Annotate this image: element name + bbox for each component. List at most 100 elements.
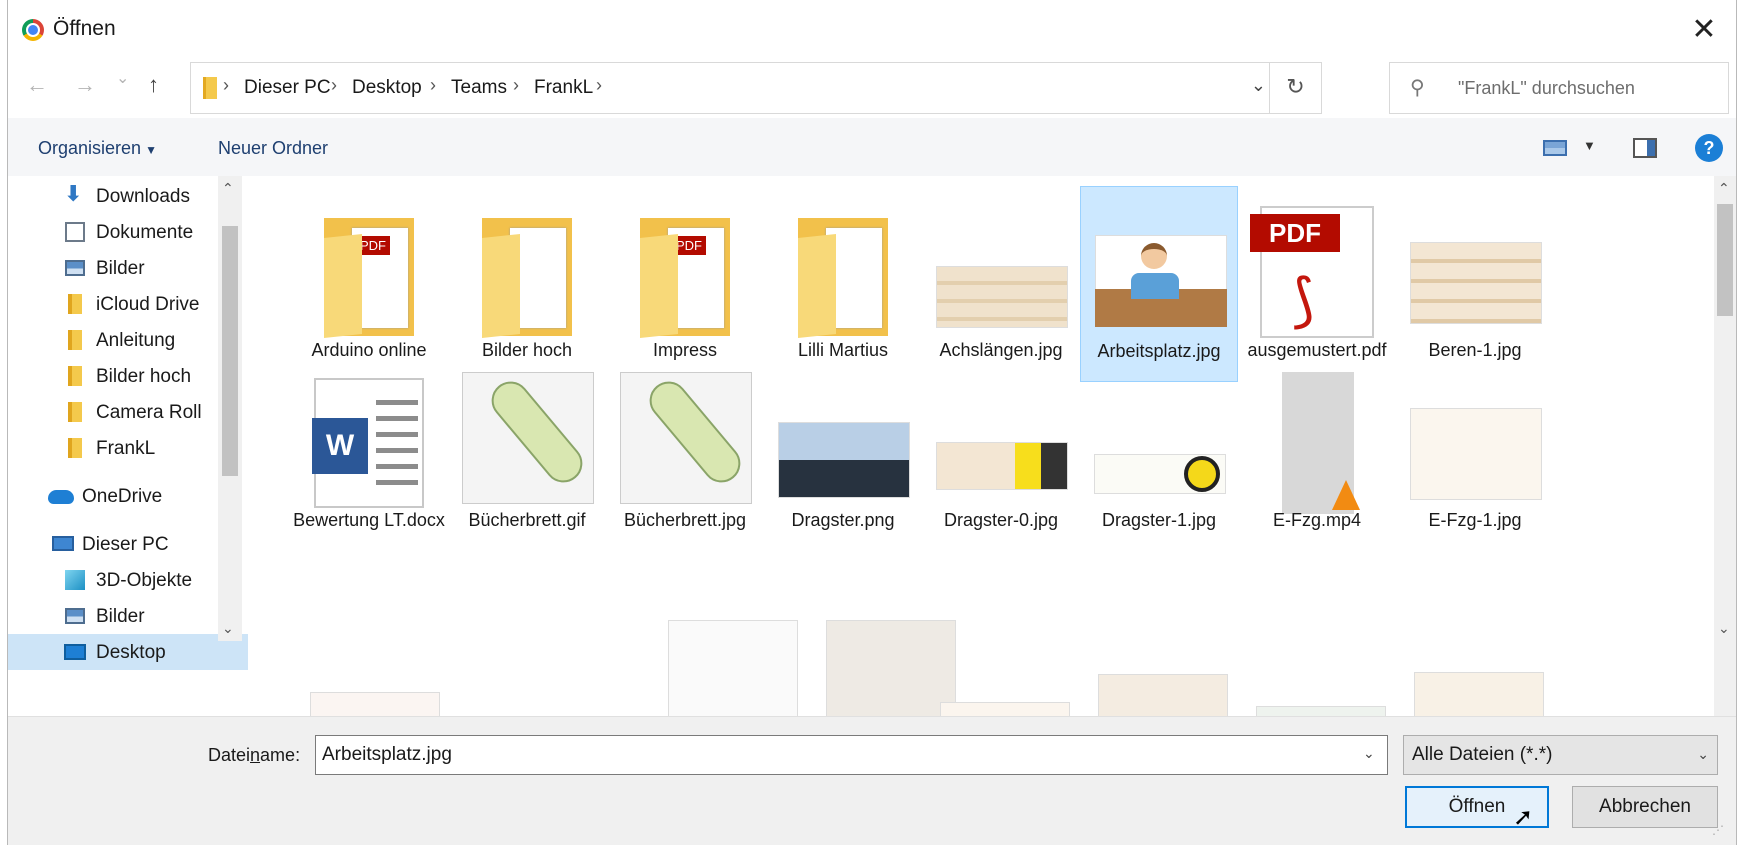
content-scrollbar[interactable]: ⌃ ⌄ <box>1714 176 1736 716</box>
file-name: Dragster.png <box>791 510 895 530</box>
image-thumbnail[interactable] <box>1256 706 1386 716</box>
folder-thumbnail <box>462 202 592 338</box>
sidebar-item-label: Desktop <box>96 642 166 663</box>
folder-icon <box>68 366 82 386</box>
word-thumbnail: W <box>304 372 434 508</box>
file-item[interactable]: E-Fzg-1.jpg <box>1396 356 1554 552</box>
file-item[interactable]: PDF ⟆ ausgemustert.pdf <box>1238 186 1396 382</box>
image-thumbnail[interactable] <box>668 620 798 716</box>
cancel-button[interactable]: Abbrechen <box>1572 786 1718 828</box>
caret-down-icon: ▼ <box>145 143 157 157</box>
recent-locations-icon[interactable]: ⌄ <box>116 68 129 88</box>
new-folder-button[interactable]: Neuer Ordner <box>218 138 328 159</box>
sidebar-item-icloud-drive[interactable]: iCloud Drive 📌 <box>8 286 248 322</box>
scroll-up-icon[interactable]: ⌃ <box>1718 180 1730 197</box>
image-thumbnail[interactable] <box>310 692 440 716</box>
pdf-thumbnail: PDF ⟆ <box>1250 202 1382 338</box>
address-row: ← → ⌄ ↑ › Dieser PC › Desktop › Teams › … <box>8 58 1736 118</box>
sidebar-item-bilder-pc[interactable]: Bilder <box>8 598 248 634</box>
change-view-icon[interactable] <box>1543 140 1567 156</box>
window-title: Öffnen <box>53 17 116 40</box>
scroll-down-icon[interactable]: ⌄ <box>222 620 234 637</box>
filename-history-dropdown-icon[interactable]: ⌄ <box>1363 745 1375 762</box>
scrollbar-thumb[interactable] <box>222 226 238 476</box>
sidebar-item-onedrive[interactable]: OneDrive <box>8 478 248 514</box>
file-item[interactable]: Impress <box>606 186 764 382</box>
file-item[interactable]: Bücherbrett.gif <box>448 356 606 552</box>
file-type-select[interactable]: Alle Dateien (*.*) ⌄ <box>1403 735 1718 775</box>
refresh-icon[interactable]: ↻ <box>1269 63 1321 113</box>
sidebar-item-3d-objekte[interactable]: 3D-Objekte <box>8 562 248 598</box>
sidebar-item-downloads[interactable]: ⬇ Downloads 📌 <box>8 178 248 214</box>
sidebar-scrollbar[interactable]: ⌃ ⌄ <box>218 176 242 641</box>
pdf-icon: PDF <box>1250 214 1340 252</box>
file-item[interactable]: Beren-1.jpg <box>1396 186 1554 382</box>
breadcrumb-separator[interactable]: › <box>513 75 519 96</box>
sidebar-item-bilder-hoch[interactable]: Bilder hoch <box>8 358 248 394</box>
scroll-up-icon[interactable]: ⌃ <box>222 180 234 197</box>
breadcrumb-dieser-pc[interactable]: Dieser PC <box>244 77 331 99</box>
pc-icon <box>52 536 74 551</box>
breadcrumb-separator[interactable]: › <box>223 75 229 96</box>
sidebar-item-label: Dokumente <box>96 222 194 243</box>
file-item[interactable]: Dragster-0.jpg <box>922 356 1080 552</box>
image-thumbnail <box>936 372 1068 504</box>
file-item[interactable]: Achslängen.jpg <box>922 186 1080 382</box>
vlc-icon <box>1332 480 1360 510</box>
breadcrumb-separator[interactable]: › <box>331 75 337 96</box>
help-icon[interactable]: ? <box>1695 134 1723 162</box>
scrollbar-thumb[interactable] <box>1717 204 1733 316</box>
address-bar[interactable]: › Dieser PC › Desktop › Teams › FrankL ›… <box>190 62 1322 114</box>
breadcrumb-teams[interactable]: Teams <box>451 77 507 99</box>
scroll-down-icon[interactable]: ⌄ <box>1718 620 1730 637</box>
address-dropdown-icon[interactable]: ⌄ <box>1251 75 1266 96</box>
documents-icon <box>65 222 85 242</box>
folder-thumbnail <box>304 202 434 338</box>
file-item[interactable]: Dragster.png <box>764 356 922 552</box>
image-thumbnail[interactable] <box>1098 674 1228 716</box>
image-thumbnail <box>936 202 1068 334</box>
resize-grip-icon[interactable]: ⋰ <box>1712 823 1724 837</box>
sidebar-item-bilder[interactable]: Bilder 📌 <box>8 250 248 286</box>
sidebar-item-label: Downloads <box>96 186 190 207</box>
file-item[interactable]: Arduino online <box>290 186 448 382</box>
image-thumbnail[interactable] <box>940 702 1070 716</box>
file-item[interactable]: Arbeitsplatz.jpg <box>1080 186 1238 382</box>
file-item[interactable]: Lilli Martius <box>764 186 922 382</box>
filename-input[interactable]: Arbeitsplatz.jpg <box>315 735 1388 775</box>
sidebar-item-desktop[interactable]: Desktop <box>8 634 248 670</box>
breadcrumb-separator[interactable]: › <box>596 75 602 96</box>
search-placeholder[interactable]: "FrankL" durchsuchen <box>1458 78 1635 99</box>
file-item[interactable]: Dragster-1.jpg <box>1080 356 1238 552</box>
folder-icon <box>68 402 82 422</box>
file-name: Bücherbrett.jpg <box>623 510 747 530</box>
file-item[interactable]: W Bewertung LT.docx <box>290 356 448 552</box>
image-thumbnail[interactable] <box>1414 672 1544 716</box>
sidebar-item-label: Bilder <box>96 258 145 279</box>
file-name: E-Fzg-1.jpg <box>1428 510 1522 530</box>
file-item[interactable]: E-Fzg.mp4 <box>1238 356 1396 552</box>
sidebar-item-camera-roll[interactable]: Camera Roll <box>8 394 248 430</box>
preview-pane-icon[interactable] <box>1633 138 1657 158</box>
image-thumbnail[interactable] <box>826 620 956 716</box>
organize-button[interactable]: Organisieren ▼ <box>38 138 157 159</box>
folder-thumbnail <box>620 202 750 338</box>
search-box[interactable]: ⚲ "FrankL" durchsuchen <box>1389 62 1729 114</box>
sidebar-item-anleitung[interactable]: Anleitung <box>8 322 248 358</box>
file-item[interactable]: Bilder hoch <box>448 186 606 382</box>
breadcrumb-separator[interactable]: › <box>430 75 436 96</box>
close-icon[interactable]: ✕ <box>1684 10 1724 50</box>
back-arrow-icon[interactable]: ← <box>26 72 48 98</box>
file-name: Bücherbrett.gif <box>468 510 586 530</box>
breadcrumb-frankl[interactable]: FrankL <box>534 77 593 99</box>
sidebar-item-dieser-pc[interactable]: Dieser PC <box>8 526 248 562</box>
breadcrumb-desktop[interactable]: Desktop <box>352 77 422 99</box>
up-arrow-icon[interactable]: ↑ <box>148 72 159 98</box>
folder-icon <box>68 294 82 314</box>
file-item[interactable]: Bücherbrett.jpg <box>606 356 764 552</box>
view-options-caret-icon[interactable]: ▼ <box>1583 138 1596 153</box>
sidebar-item-frankl[interactable]: FrankL <box>8 430 248 466</box>
sidebar-item-dokumente[interactable]: Dokumente 📌 <box>8 214 248 250</box>
forward-arrow-icon[interactable]: → <box>74 72 96 98</box>
file-name: Dragster-0.jpg <box>943 510 1059 530</box>
